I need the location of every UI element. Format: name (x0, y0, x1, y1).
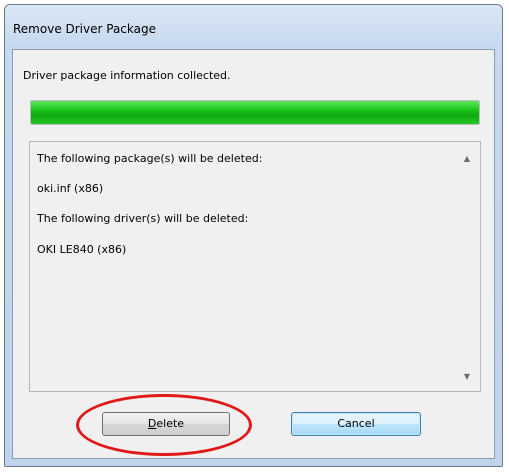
progress-fill (31, 101, 479, 124)
list-item: oki.inf (x86) (37, 182, 104, 195)
scroll-down-arrow-icon[interactable]: ▼ (461, 372, 473, 381)
status-message: Driver package information collected. (23, 69, 231, 82)
list-item: The following package(s) will be deleted… (37, 152, 263, 165)
dialog-window: Remove Driver Package Driver package inf… (4, 4, 503, 467)
progress-bar (30, 100, 480, 125)
cancel-button[interactable]: Cancel (291, 412, 421, 436)
delete-label: elete (156, 417, 185, 430)
delete-button[interactable]: Delete (102, 412, 230, 436)
list-item: OKI LE840 (x86) (37, 243, 127, 256)
window-title: Remove Driver Package (13, 22, 156, 36)
scroll-up-arrow-icon[interactable]: ▲ (461, 154, 473, 163)
details-listbox[interactable]: The following package(s) will be deleted… (29, 141, 481, 392)
dialog-client-area: Driver package information collected. Th… (12, 49, 495, 459)
list-item: The following driver(s) will be deleted: (37, 212, 249, 225)
